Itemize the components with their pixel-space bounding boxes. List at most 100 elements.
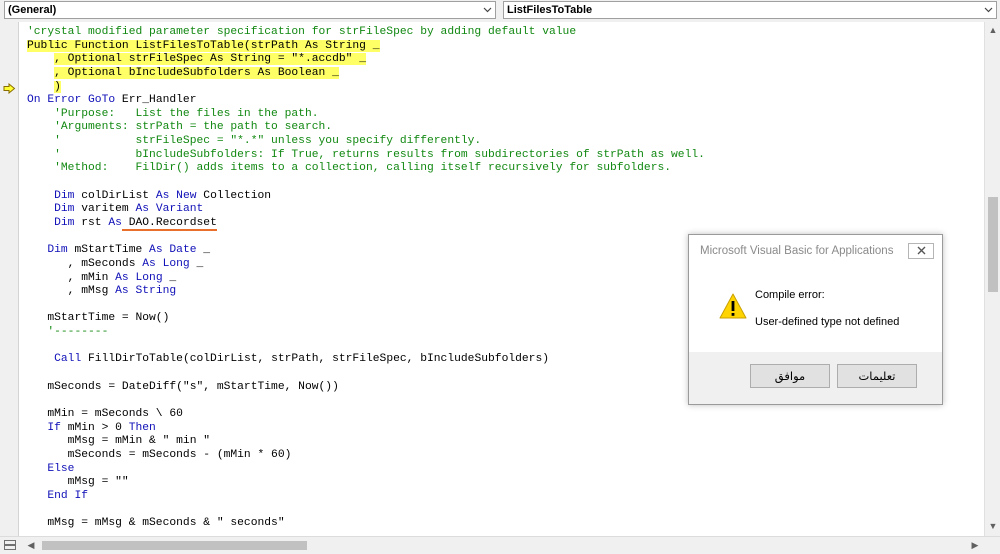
code-line[interactable] [27,231,705,245]
code-line[interactable]: , Optional bIncludeSubfolders As Boolean… [27,66,705,81]
code-line[interactable]: Dim colDirList As New Collection [27,190,705,204]
code-line[interactable]: ) [27,80,705,95]
object-combo-value: (General) [8,4,57,16]
code-line[interactable]: , Optional strFileSpec As String = "*.ac… [27,53,705,67]
code-line[interactable]: 'Method: FilDir() adds items to a collec… [27,162,705,176]
code-token: End If [47,489,89,502]
code-line[interactable] [27,340,705,354]
compile-error-dialog: Microsoft Visual Basic for Applications … [688,234,943,405]
dialog-body: Compile error: User-defined type not def… [696,264,935,352]
code-token: mMin = mSeconds \ 60 [27,407,183,420]
code-line[interactable]: Else [27,463,705,477]
code-token: As Long [142,257,190,270]
margin-indicator-bar[interactable] [0,22,19,536]
procedure-combo[interactable]: ListFilesToTable [503,1,997,19]
view-buttons-icon[interactable] [2,538,18,552]
code-line[interactable]: Public Function ListFilesToTable(strPath… [27,39,705,54]
code-token: Dim [54,189,82,202]
code-line[interactable] [27,503,705,517]
code-token: ' bIncludeSubfolders: If True, returns r… [27,148,705,161]
code-token: DAO.Recordset [121,216,217,231]
code-line[interactable]: , mMin As Long _ [27,272,705,286]
code-line[interactable] [27,299,705,313]
code-token: _ [196,244,211,257]
code-token: Then [128,421,156,434]
code-token: _ [189,257,204,270]
dialog-title: Microsoft Visual Basic for Applications [700,245,894,257]
chevron-down-icon[interactable] [980,2,996,18]
code-token: mMin > 0 [67,421,129,434]
code-line[interactable]: Dim varitem As Variant [27,203,705,217]
code-token: , Optional strFileSpec As String = "*.ac… [54,53,366,66]
dialog-titlebar[interactable]: Microsoft Visual Basic for Applications [689,235,942,265]
code-line[interactable]: Dim mStartTime As Date _ [27,244,705,258]
code-token: mStartTime [74,244,150,257]
vertical-scrollbar[interactable]: ▲ ▼ [984,22,1000,536]
code-line[interactable]: mMsg = mMin & " min " [27,435,705,449]
code-token: , Optional bIncludeSubfolders As Boolean… [54,66,339,79]
code-line[interactable]: , mSeconds As Long _ [27,258,705,272]
scroll-up-icon[interactable]: ▲ [986,23,1000,37]
code-line[interactable]: mSeconds = mSeconds - (mMin * 60) [27,449,705,463]
code-line[interactable]: mSeconds = DateDiff("s", mStartTime, Now… [27,381,705,395]
code-line[interactable]: mMsg = mMsg & mSeconds & " seconds" [27,517,705,531]
scroll-right-icon[interactable]: ▶ [968,538,982,552]
code-token: On Error GoTo [27,94,122,107]
code-line[interactable]: Dim rst As DAO.Recordset [27,216,705,231]
help-button[interactable]: تعليمات [837,364,917,388]
code-token: '-------- [27,326,109,339]
code-token: colDirList [81,189,156,202]
code-line[interactable]: 'crystal modified parameter specificatio… [27,26,705,40]
horizontal-scrollbar[interactable]: ◀ ▶ [0,536,1000,554]
ok-button[interactable]: موافق [750,364,830,388]
code-text[interactable]: 'crystal modified parameter specificatio… [27,26,705,531]
code-line[interactable]: End If [27,490,705,504]
code-line[interactable]: , mMsg As String [27,285,705,299]
code-token: Dim [54,203,82,216]
code-line[interactable]: mMin = mSeconds \ 60 [27,408,705,422]
code-token: 'Method: FilDir() adds items to a collec… [27,162,672,175]
code-token: mMsg = "" [27,476,129,489]
scroll-left-icon[interactable]: ◀ [24,538,38,552]
code-line[interactable]: mStartTime = Now() [27,312,705,326]
code-token: mStartTime = Now() [27,312,170,325]
code-line[interactable] [27,394,705,408]
code-token: , mSeconds [27,257,143,270]
code-line[interactable]: '-------- [27,326,705,340]
horizontal-scroll-thumb[interactable] [42,541,307,550]
code-token: Else [47,462,75,475]
vertical-scroll-thumb[interactable] [988,197,998,292]
code-token: As Date [149,244,197,257]
code-line[interactable]: ' bIncludeSubfolders: If True, returns r… [27,149,705,163]
code-line[interactable] [27,176,705,190]
close-button[interactable] [908,243,934,259]
error-heading: Compile error: [755,289,825,301]
code-line[interactable]: 'Arguments: strPath = the path to search… [27,121,705,135]
object-combo[interactable]: (General) [4,1,496,19]
code-line[interactable]: On Error GoTo Err_Handler [27,94,705,108]
code-line[interactable]: ' strFileSpec = "*.*" unless you specify… [27,135,705,149]
chevron-down-icon[interactable] [479,2,495,18]
code-token: varitem [81,203,136,216]
code-line[interactable]: mMsg = "" [27,476,705,490]
code-token: mMsg = mMsg & mSeconds & " seconds" [27,517,285,530]
code-line[interactable] [27,367,705,381]
code-token: _ [162,271,177,284]
code-token: Call [54,353,89,366]
code-line[interactable]: 'Purpose: List the files in the path. [27,108,705,122]
scroll-down-icon[interactable]: ▼ [986,519,1000,533]
code-token: Dim [47,244,75,257]
code-token: If [47,421,68,434]
code-line[interactable]: Call FillDirToTable(colDirList, strPath,… [27,353,705,367]
execution-pointer-icon [3,81,16,95]
code-line[interactable]: If mMin > 0 Then [27,422,705,436]
code-token: mSeconds = DateDiff("s", mStartTime, Now… [27,380,339,393]
